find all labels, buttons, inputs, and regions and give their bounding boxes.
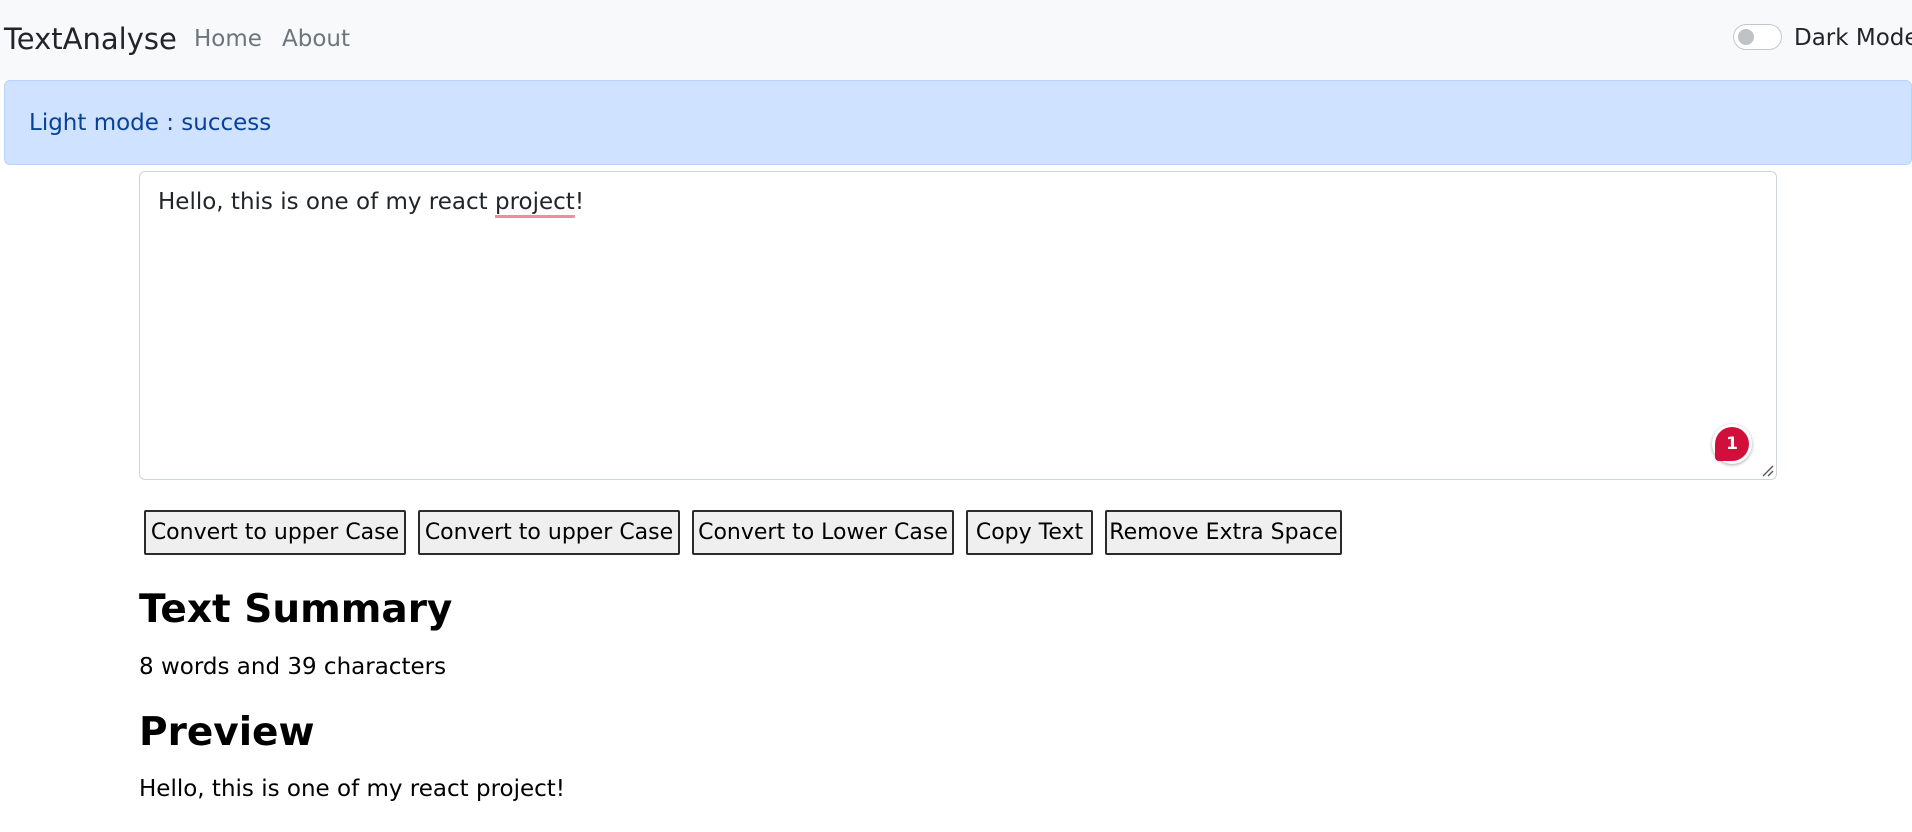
preview-text: Hello, this is one of my react project! (139, 776, 566, 802)
grammar-check-icon[interactable]: 1 (1712, 424, 1752, 464)
text-segment: ! (574, 189, 585, 215)
text-segment: Hello, this is one of my react (158, 189, 495, 215)
convert-upper-case-button-2[interactable]: Convert to upper Case (418, 510, 680, 555)
dark-mode-label[interactable]: Dark Mode (1794, 22, 1912, 54)
convert-upper-case-button[interactable]: Convert to upper Case (144, 510, 406, 555)
text-input-area[interactable]: Hello, this is one of my react project! (139, 171, 1777, 480)
convert-lower-case-button[interactable]: Convert to Lower Case (692, 510, 954, 555)
remove-extra-space-button[interactable]: Remove Extra Space (1105, 510, 1342, 555)
grammar-issue-count: 1 (1715, 427, 1749, 461)
nav-link-about[interactable]: About (282, 23, 350, 55)
status-alert: Light mode : success (4, 80, 1912, 165)
toggle-knob (1738, 29, 1754, 45)
alert-message: Light mode : success (29, 110, 272, 136)
dark-mode-toggle[interactable] (1733, 24, 1782, 50)
brand-link[interactable]: TextAnalyse (4, 20, 177, 58)
text-summary-heading: Text Summary (139, 587, 453, 632)
text-input-value[interactable]: Hello, this is one of my react project! (158, 186, 584, 218)
nav-link-home[interactable]: Home (194, 23, 262, 55)
resize-grip-icon[interactable] (1760, 463, 1774, 477)
spellcheck-flagged-word[interactable]: project (495, 189, 575, 215)
text-summary-stats: 8 words and 39 characters (139, 654, 447, 680)
copy-text-button[interactable]: Copy Text (966, 510, 1093, 555)
preview-heading: Preview (139, 710, 315, 755)
navbar: TextAnalyse Home About Dark Mode (0, 0, 1912, 80)
